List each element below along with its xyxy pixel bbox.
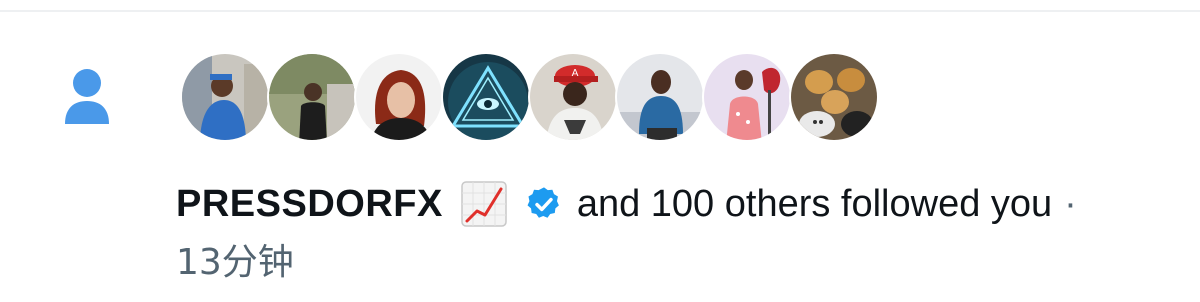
avatar-eye-triangle[interactable]: [441, 52, 531, 142]
avatar-woman-pink-dress[interactable]: [702, 52, 792, 142]
chart-increasing-emoji-icon: [461, 181, 507, 227]
avatar-big-cats[interactable]: [789, 52, 879, 142]
follow-message: and 100 others followed you: [576, 183, 1053, 225]
avatar-man-sitting-blue[interactable]: [615, 52, 705, 142]
timestamp: 13分钟: [176, 242, 294, 283]
separator-dot: ·: [1064, 183, 1077, 225]
follower-avatars: A: [180, 52, 879, 142]
svg-text:A: A: [572, 68, 579, 79]
avatar-man-red-cap[interactable]: A: [528, 52, 618, 142]
follow-notification[interactable]: A PRESSDORFX and 100 others followed you…: [0, 0, 1200, 302]
avatar-woman-red-hair[interactable]: [354, 52, 444, 142]
avatar-man-blue-outfit[interactable]: [180, 52, 270, 142]
user-name-link[interactable]: PRESSDORFX: [176, 176, 443, 232]
avatar-man-outdoors[interactable]: [267, 52, 357, 142]
verified-badge-icon: [527, 187, 559, 218]
person-icon: [65, 69, 109, 124]
notification-text: PRESSDORFX and 100 others followed you ·: [176, 176, 1077, 232]
